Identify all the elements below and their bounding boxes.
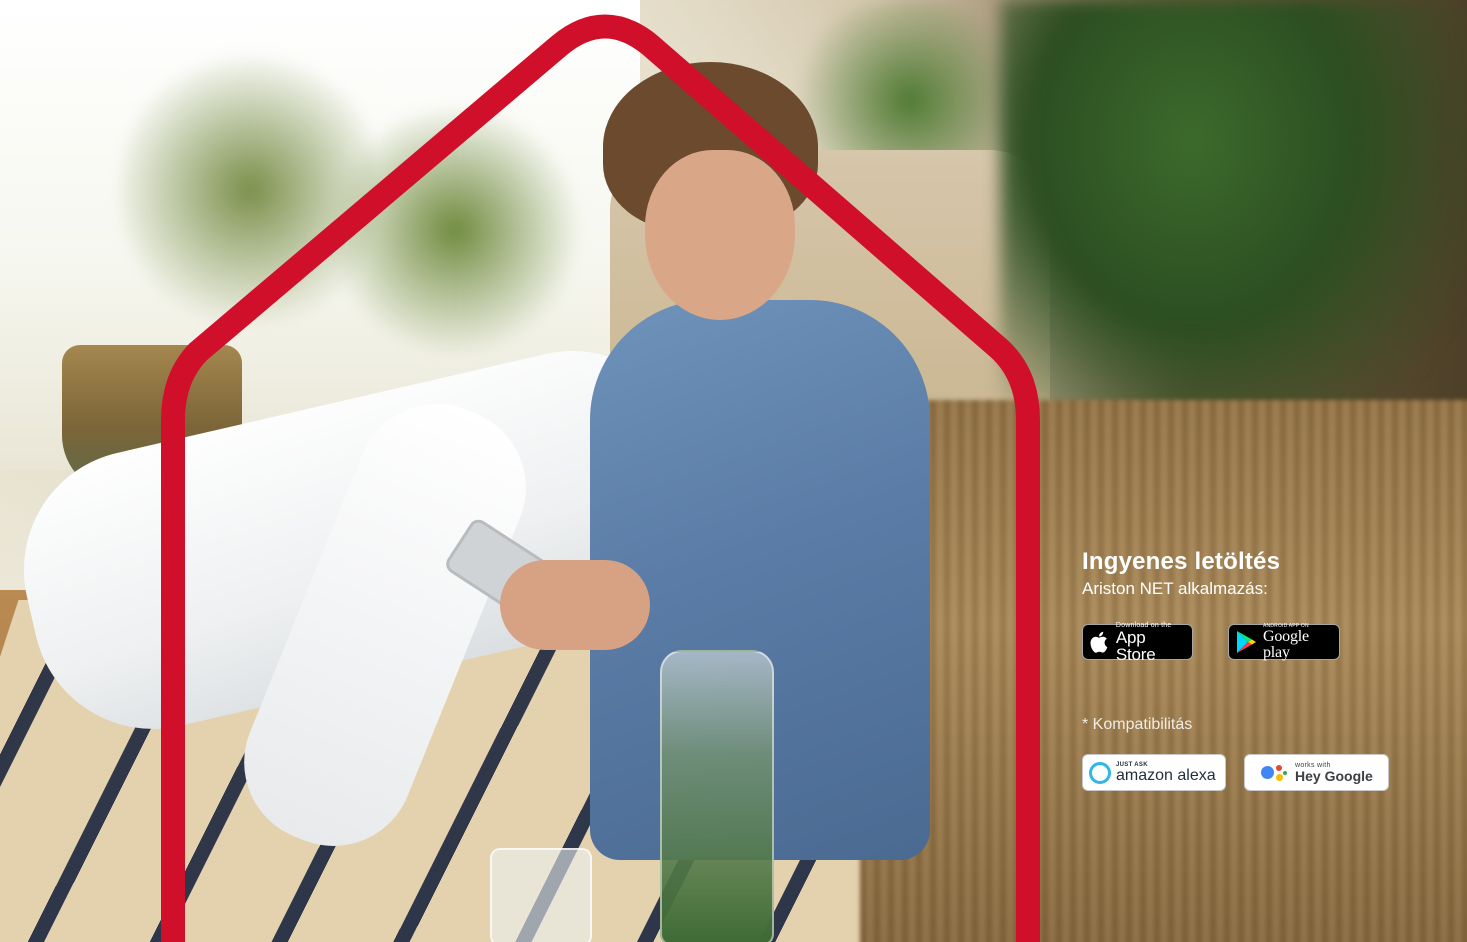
app-promo-panel: Ingyenes letöltés Ariston NET alkalmazás… — [1082, 548, 1422, 791]
woman-hands — [500, 560, 650, 650]
alexa-ring-icon — [1089, 761, 1111, 784]
app-store-button[interactable]: Download on the App Store — [1082, 622, 1193, 664]
background-photo — [0, 0, 1467, 942]
assistant-badges: JUST ASK amazon alexa works with Hey Goo… — [1082, 754, 1392, 794]
promo-title: Ingyenes letöltés — [1082, 548, 1281, 575]
glass-carafe — [660, 650, 774, 942]
google-play-button[interactable]: ANDROID APP ON Google play — [1228, 623, 1340, 661]
compatibility-label: * Kompatibilitás — [1082, 716, 1193, 733]
google-assistant-dots-icon — [1261, 763, 1287, 783]
play-triangle-icon — [1235, 630, 1257, 654]
hey-google-badge[interactable]: works with Hey Google — [1244, 754, 1389, 791]
woman-face — [645, 150, 795, 320]
apple-icon — [1089, 630, 1110, 654]
drinking-glass — [490, 848, 592, 942]
amazon-alexa-badge[interactable]: JUST ASK amazon alexa — [1082, 754, 1226, 791]
alexa-label: amazon alexa — [1116, 766, 1216, 784]
store-badges: Download on the App Store ANDROID APP ON… — [1082, 622, 1382, 664]
google-play-label: Google play — [1263, 627, 1309, 661]
promo-subtitle: Ariston NET alkalmazás: — [1082, 579, 1268, 598]
app-store-label: App Store — [1115, 627, 1156, 664]
basket-right — [860, 400, 1467, 942]
plant-center — [330, 100, 580, 360]
google-label: Hey Google — [1295, 768, 1373, 784]
